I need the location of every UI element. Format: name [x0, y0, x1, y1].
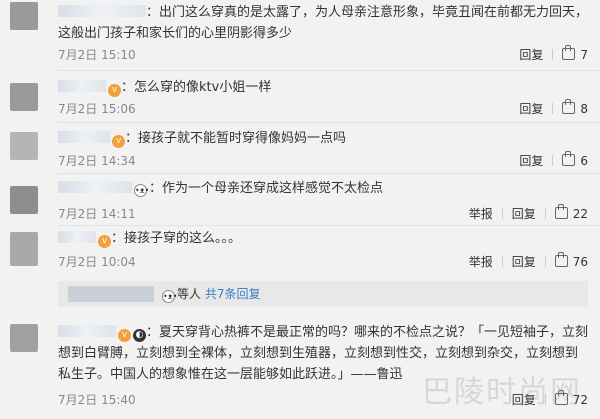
- view-all-replies-link[interactable]: 共7条回复: [205, 287, 261, 301]
- divider: [501, 208, 503, 219]
- avatar[interactable]: [10, 324, 38, 352]
- comment-text: ：接孩子就不能暂时穿得像妈妈一点吗: [125, 131, 347, 146]
- reply-button[interactable]: 回复: [519, 154, 543, 168]
- site-watermark: 巴陵时尚网: [422, 375, 582, 410]
- comment-time: 7月2日 15:10: [58, 48, 136, 62]
- username-redacted[interactable]: [58, 231, 96, 243]
- panda-emoji-icon: •ᴥ•: [162, 290, 178, 303]
- comment-time: 7月2日 14:34: [58, 154, 136, 168]
- vip-badge-icon: v: [108, 84, 121, 97]
- username-redacted[interactable]: [58, 131, 110, 143]
- comment-text: ：怎么穿的像ktv小姐一样: [121, 80, 272, 95]
- divider: [544, 208, 546, 219]
- username-redacted[interactable]: [58, 80, 106, 92]
- comment-time: 7月2日 10:04: [58, 255, 136, 269]
- avatar[interactable]: [10, 83, 38, 111]
- like-count: 7: [580, 48, 588, 62]
- username-redacted[interactable]: [58, 325, 116, 337]
- like-count: 8: [580, 102, 588, 116]
- comment-list: ：出门这么穿真的是太露了，为人母亲注意形象，毕竟丑闻在前都无力回天，这般出门孩子…: [0, 0, 600, 419]
- like-count: 76: [572, 255, 588, 269]
- more-replies-bar: •ᴥ•等人 共7条回复: [58, 281, 588, 307]
- panda-emoji-icon: •ᴥ•: [134, 184, 150, 197]
- like-icon[interactable]: [562, 151, 576, 166]
- report-button[interactable]: 举报: [469, 207, 493, 221]
- reply-button[interactable]: 回复: [519, 102, 543, 116]
- comment-time: 7月2日 15:40: [58, 393, 136, 407]
- report-button[interactable]: 举报: [469, 255, 493, 269]
- more-replies-prefix: 等人: [177, 287, 202, 301]
- avatar[interactable]: [10, 186, 38, 214]
- comment-time: 7月2日 14:11: [58, 207, 136, 221]
- avatar[interactable]: [10, 132, 38, 160]
- like-icon[interactable]: [554, 204, 568, 219]
- like-count: 22: [572, 207, 588, 221]
- avatar[interactable]: [10, 2, 38, 30]
- comment-time: 7月2日 15:06: [58, 102, 136, 116]
- divider: [58, 173, 600, 174]
- comment-text: ：作为一个母亲还穿成这样感觉不太检点: [149, 181, 384, 196]
- like-icon[interactable]: [562, 99, 576, 114]
- divider: [501, 256, 503, 267]
- vip-badge-icon: v: [112, 135, 125, 148]
- divider: [58, 122, 600, 123]
- avatar[interactable]: [10, 232, 38, 266]
- reply-button[interactable]: 回复: [519, 48, 543, 62]
- reply-button[interactable]: 回复: [512, 255, 536, 269]
- divider: [58, 225, 600, 226]
- vip-badge-icon: v: [118, 329, 131, 342]
- divider: [544, 256, 546, 267]
- divider: [552, 103, 554, 114]
- reply-button[interactable]: 回复: [512, 207, 536, 221]
- reply-avatars-redacted: [68, 286, 154, 302]
- divider: [58, 70, 600, 71]
- divider: [552, 49, 554, 60]
- like-icon[interactable]: [562, 45, 576, 60]
- username-redacted[interactable]: [58, 181, 132, 193]
- username-redacted[interactable]: [58, 5, 146, 17]
- vip-badge-icon: v: [98, 235, 111, 248]
- membership-badge-icon: ◐: [133, 329, 146, 342]
- divider: [552, 155, 554, 166]
- comment-text: ：接孩子穿的这么。。。: [111, 231, 242, 246]
- like-count: 6: [580, 154, 588, 168]
- like-icon[interactable]: [554, 252, 568, 267]
